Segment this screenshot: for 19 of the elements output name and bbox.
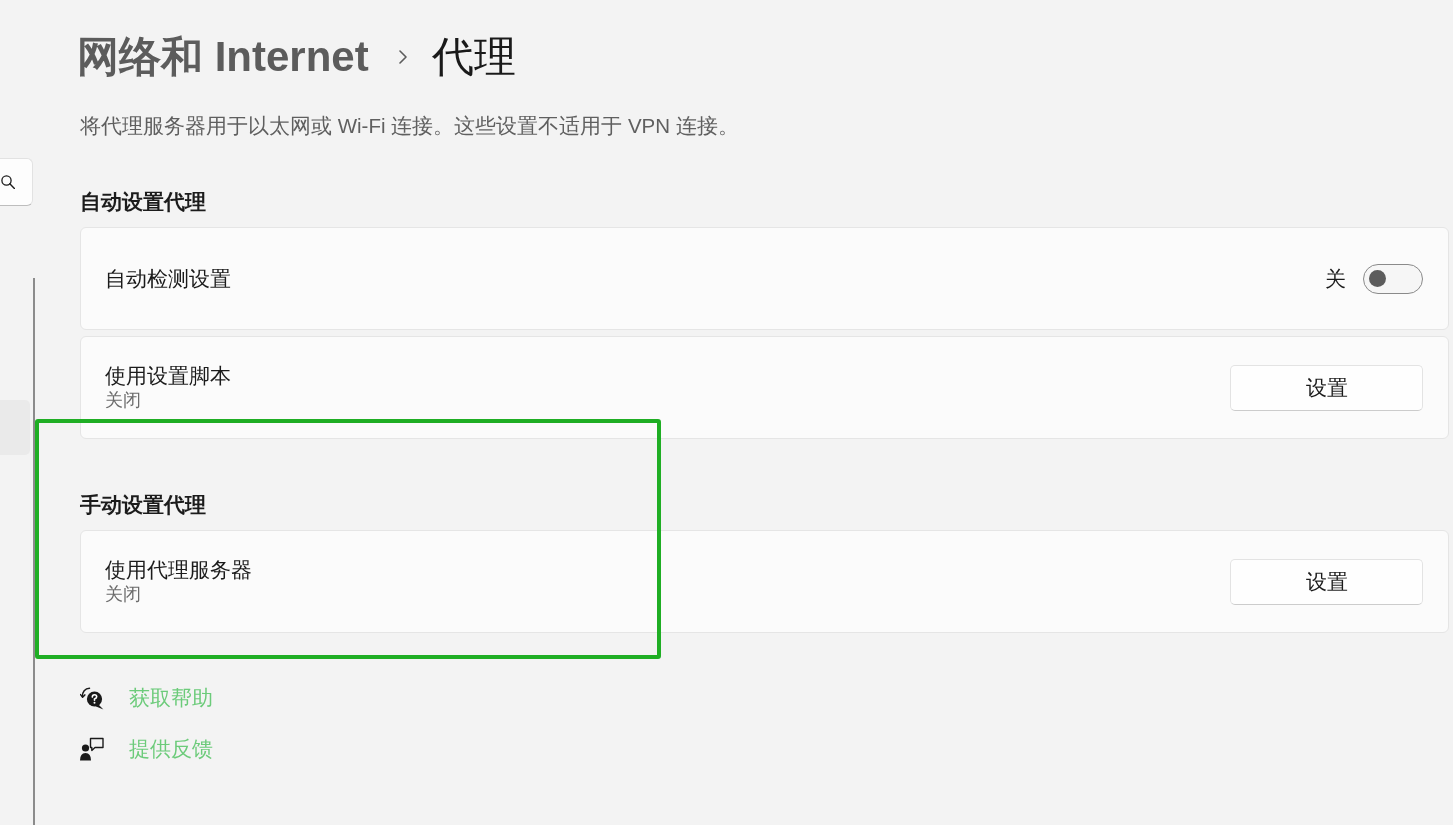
setting-title: 使用设置脚本 (105, 363, 231, 389)
setting-status: 关闭 (105, 389, 142, 412)
page-title: 代理 (431, 32, 516, 82)
toggle-state-label: 关 (1325, 265, 1346, 292)
search-icon (1, 175, 15, 189)
chevron-icon (398, 50, 407, 64)
question-bubble-icon (80, 686, 104, 710)
settings-button[interactable]: 设置 (1230, 558, 1423, 605)
search-field[interactable] (0, 158, 33, 206)
toggle-switch[interactable] (1363, 263, 1423, 294)
setting-status: 关闭 (105, 583, 142, 606)
section-heading: 手动设置代理 (80, 492, 207, 518)
breadcrumb-link[interactable]: 网络和 Internet (77, 30, 369, 84)
setting-title: 使用代理服务器 (105, 557, 252, 583)
section-heading: 自动设置代理 (80, 189, 207, 215)
settings-button[interactable]: 设置 (1230, 364, 1423, 411)
person-speech-icon (80, 737, 104, 761)
setting-title: 自动检测设置 (105, 265, 231, 292)
page-description: 将代理服务器用于以太网或 Wi-Fi 连接。这些设置不适用于 VPN 连接。 (80, 113, 740, 139)
